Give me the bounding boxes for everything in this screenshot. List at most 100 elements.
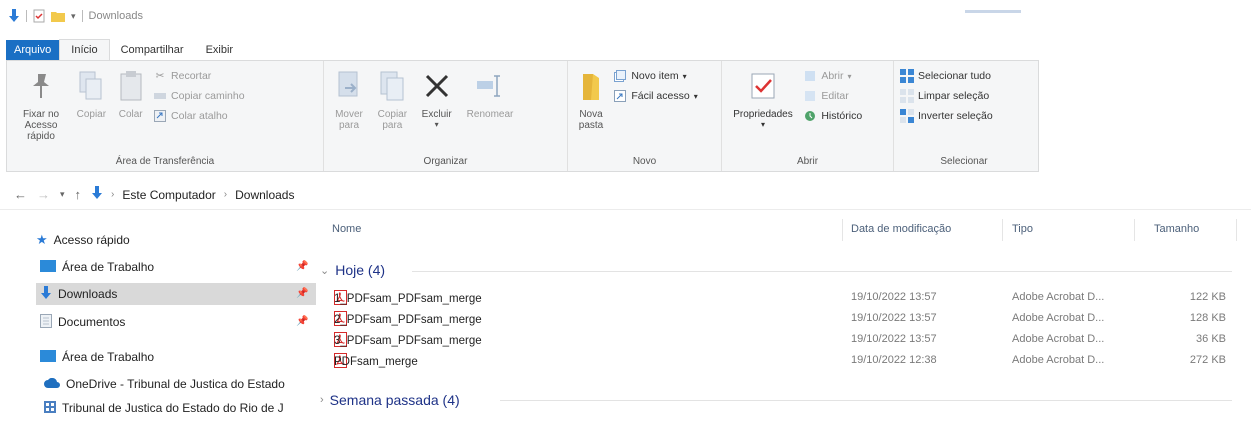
nav-item-desktop[interactable]: Área de Trabalho <box>40 256 154 278</box>
tab-share[interactable]: Compartilhar <box>110 40 195 60</box>
easy-access-dropdown-icon: ▾ <box>693 91 698 101</box>
paste-shortcut-label: Colar atalho <box>171 110 228 122</box>
group-header-today[interactable]: ⌄ Hoje (4) <box>320 260 385 280</box>
properties-check-icon <box>746 67 780 105</box>
group-separator <box>412 271 1232 272</box>
move-to-label: Mover para <box>335 109 363 131</box>
properties-label: Propriedades <box>733 109 793 120</box>
new-folder-button[interactable]: Nova pasta <box>574 67 608 131</box>
shortcut-icon <box>153 109 167 123</box>
pin-icon[interactable]: 📌 <box>296 288 308 299</box>
invert-selection-icon <box>900 109 914 123</box>
edit-button[interactable]: Editar <box>803 89 862 103</box>
copy-path-button[interactable]: Copiar caminho <box>153 89 245 103</box>
column-divider <box>1236 219 1237 241</box>
group-header-last-week[interactable]: › Semana passada (4) <box>320 390 460 410</box>
copy-path-icon <box>153 89 167 103</box>
downloads-location-icon <box>91 186 103 203</box>
column-header-name[interactable]: Nome <box>332 223 361 235</box>
breadcrumb-separator-icon: › <box>111 189 115 200</box>
delete-button[interactable]: Excluir ▾ <box>417 67 457 129</box>
copy-to-button[interactable]: Copiar para <box>373 67 411 131</box>
nav-item-downloads[interactable]: Downloads <box>36 283 316 305</box>
select-none-label: Limpar seleção <box>918 90 990 102</box>
table-row[interactable]: 3_PDFsam_PDFsam_merge 19/10/2022 13:57 A… <box>320 330 1251 350</box>
customize-toolbar-icon[interactable]: ▾ <box>71 11 76 22</box>
column-header-type[interactable]: Tipo <box>1012 223 1033 235</box>
properties-icon[interactable] <box>33 9 45 23</box>
file-name-cell: 3_PDFsam_PDFsam_merge <box>334 332 482 347</box>
tab-home[interactable]: Início <box>59 39 110 60</box>
pin-quick-access-button[interactable]: Fixar no Acesso rápido <box>13 67 69 142</box>
download-arrow-icon[interactable] <box>8 9 20 23</box>
table-row[interactable]: 2_PDFsam_PDFsam_merge 19/10/2022 13:57 A… <box>320 309 1251 329</box>
pin-label: Fixar no Acesso rápido <box>22 109 60 142</box>
history-button[interactable]: Histórico <box>803 109 862 123</box>
table-row[interactable]: PDFsam_merge 19/10/2022 12:38 Adobe Acro… <box>320 351 1251 371</box>
column-header-size[interactable]: Tamanho <box>1154 223 1199 235</box>
tab-view[interactable]: Exibir <box>195 40 245 60</box>
invert-selection-button[interactable]: Inverter seleção <box>900 109 993 123</box>
clipboard-group: Fixar no Acesso rápido Copiar Colar ✂ Re… <box>7 61 324 171</box>
properties-dropdown-icon[interactable]: ▾ <box>761 120 765 129</box>
group-header-today-label: Hoje (4) <box>335 262 386 278</box>
breadcrumb-this-pc[interactable]: Este Computador <box>122 188 215 202</box>
forward-arrow-icon[interactable]: → <box>37 187 50 202</box>
delete-dropdown-icon[interactable]: ▾ <box>435 120 439 129</box>
file-type: Adobe Acrobat D... <box>1012 291 1105 303</box>
up-arrow-icon[interactable]: ↑ <box>75 187 82 202</box>
new-folder-icon[interactable] <box>51 10 65 22</box>
select-group-label: Selecionar <box>940 156 988 167</box>
breadcrumb-downloads[interactable]: Downloads <box>235 188 294 202</box>
open-button[interactable]: Abrir ▾ <box>803 69 862 83</box>
nav-item-documents-label: Documentos <box>58 315 126 329</box>
file-size: 36 KB <box>1196 333 1226 345</box>
pin-icon[interactable]: 📌 <box>296 316 308 327</box>
new-item-label: Novo item <box>631 70 679 82</box>
select-none-icon <box>900 89 914 103</box>
easy-access-button[interactable]: Fácil acesso ▾ <box>613 89 698 103</box>
open-group-label: Abrir <box>796 156 819 167</box>
cut-button[interactable]: ✂ Recortar <box>153 69 245 83</box>
pin-icon <box>24 67 58 105</box>
select-all-icon <box>900 69 914 83</box>
clipboard-group-label: Área de Transferência <box>115 156 215 167</box>
move-to-button[interactable]: Mover para <box>330 67 368 131</box>
group-separator <box>500 400 1232 401</box>
select-none-button[interactable]: Limpar seleção <box>900 89 993 103</box>
nav-item-tribunal[interactable]: Tribunal de Justica do Estado do Rio de … <box>44 397 284 419</box>
column-divider <box>1002 219 1003 241</box>
nav-item-documents[interactable]: Documentos <box>40 311 125 333</box>
navigation-pane: ★ Acesso rápido Área de Trabalho 📌 Downl… <box>0 220 320 423</box>
tab-file[interactable]: Arquivo <box>6 40 60 60</box>
back-arrow-icon[interactable]: ← <box>14 187 27 202</box>
file-name-cell: 1_PDFsam_PDFsam_merge <box>334 290 482 305</box>
select-all-button[interactable]: Selecionar tudo <box>900 69 993 83</box>
nav-item-downloads-label: Downloads <box>58 287 118 301</box>
file-name: PDFsam_merge <box>334 356 418 368</box>
copy-button[interactable]: Copiar <box>74 67 108 120</box>
nav-item-onedrive[interactable]: OneDrive - Tribunal de Justica do Estado <box>44 373 285 395</box>
file-type: Adobe Acrobat D... <box>1012 312 1105 324</box>
nav-quick-access-label: Acesso rápido <box>53 233 130 247</box>
copy-icon <box>74 67 108 105</box>
edit-icon <box>803 89 817 103</box>
pin-icon[interactable]: 📌 <box>296 261 308 272</box>
file-size: 122 KB <box>1189 291 1226 303</box>
nav-item-desktop-label: Área de Trabalho <box>62 260 155 274</box>
properties-button[interactable]: Propriedades ▾ <box>728 67 798 129</box>
table-row[interactable]: 1_PDFsam_PDFsam_merge 19/10/2022 13:57 A… <box>320 288 1251 308</box>
recent-locations-chevron-icon[interactable]: ▾ <box>60 189 65 200</box>
paste-shortcut-button[interactable]: Colar atalho <box>153 109 245 123</box>
new-item-button[interactable]: Novo item ▾ <box>613 69 697 83</box>
rename-button[interactable]: Renomear <box>462 67 518 120</box>
copy-path-label: Copiar caminho <box>171 90 245 102</box>
file-name-cell: 2_PDFsam_PDFsam_merge <box>334 311 482 326</box>
chevron-down-icon: ⌄ <box>320 264 330 277</box>
column-header-date[interactable]: Data de modificação <box>851 223 951 235</box>
file-name: 3_PDFsam_PDFsam_merge <box>334 335 482 347</box>
paste-label: Colar <box>118 109 143 120</box>
nav-item-desktop-root[interactable]: Área de Trabalho <box>40 346 154 368</box>
paste-button[interactable]: Colar <box>114 67 148 120</box>
nav-quick-access[interactable]: ★ Acesso rápido <box>36 229 130 251</box>
